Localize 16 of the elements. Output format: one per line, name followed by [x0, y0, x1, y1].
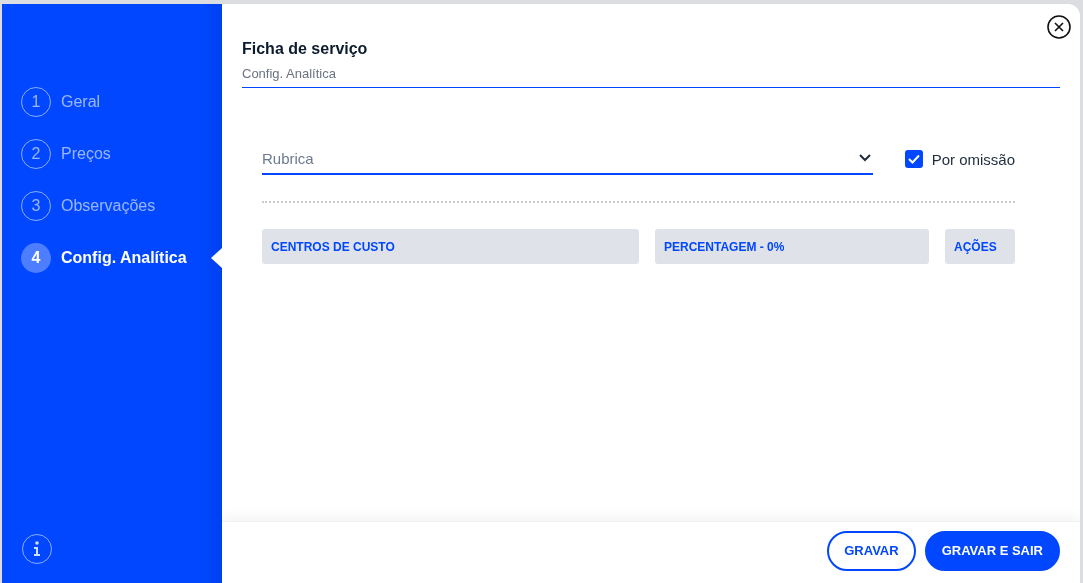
info-icon[interactable]	[21, 533, 53, 565]
dialog-title: Ficha de serviço	[242, 40, 369, 58]
checkbox[interactable]	[904, 150, 923, 168]
step-tab[interactable]: 2 Preços	[21, 138, 222, 170]
column-header: CENTROS DE CUSTO	[262, 229, 639, 264]
column-header: PERCENTAGEM - 0%	[655, 229, 929, 264]
dialog-subtitle: Config. Analítica	[242, 66, 1060, 88]
checkbox-label: Por omissão	[931, 150, 1015, 168]
save-and-exit-button[interactable]: GRAVAR E SAIR	[924, 530, 1060, 571]
step-tab[interactable]: 1 Geral	[21, 86, 222, 118]
save-button[interactable]: GRAVAR	[827, 530, 916, 571]
step-tab[interactable]: 3 Observações	[21, 190, 222, 222]
chevron-down-icon	[858, 154, 871, 162]
column-header: AÇÕES	[945, 229, 1015, 264]
close-button[interactable]	[1046, 14, 1072, 40]
rubrica-field[interactable]: Rubrica	[262, 149, 859, 167]
